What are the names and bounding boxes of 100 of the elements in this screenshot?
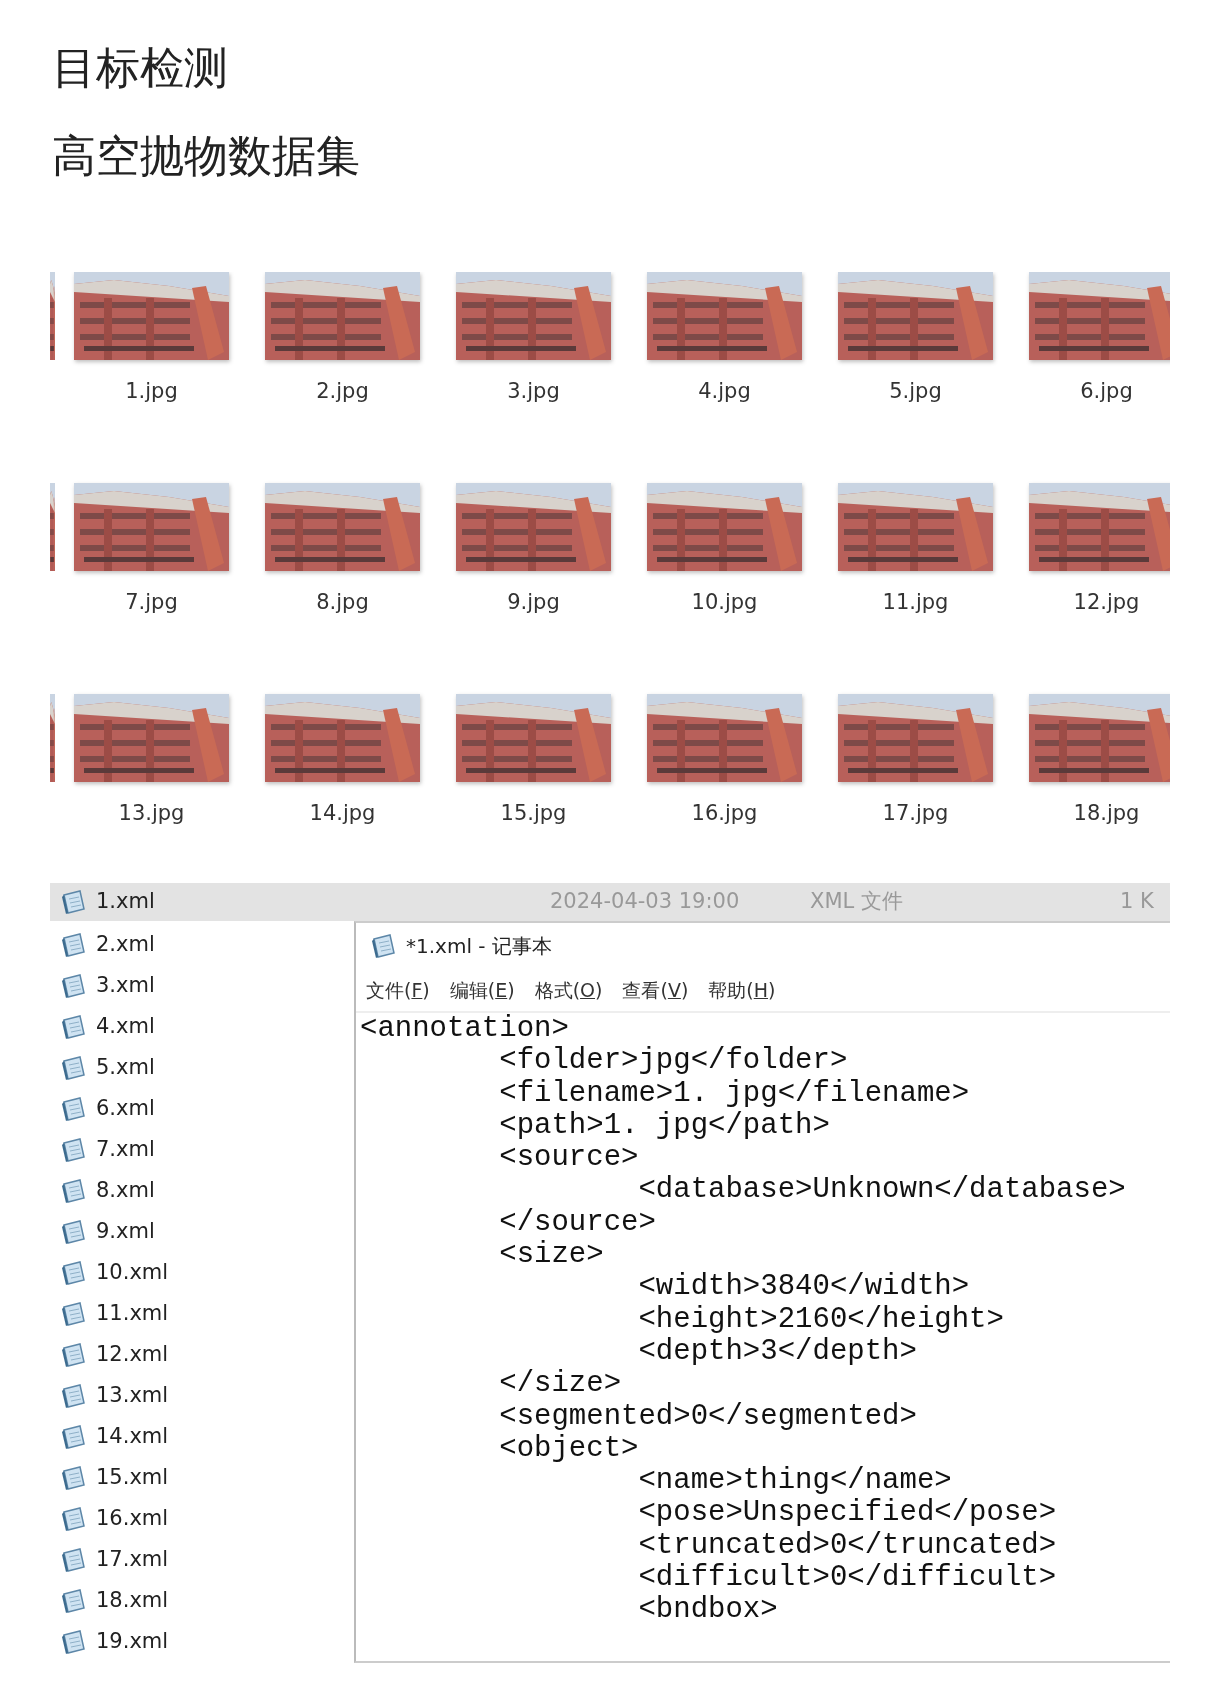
file-row[interactable]: 18.xml [50,1580,354,1621]
file-name: 8.xml [96,1176,155,1204]
file-name: 16.jpg [690,800,759,827]
file-name: 5.jpg [888,378,943,405]
code-line: <filename>1. jpg</filename> [498,1077,971,1110]
file-row[interactable]: 15.xml [50,1457,354,1498]
file-name: 18.jpg [1072,800,1141,827]
file-name: 17.xml [96,1545,169,1573]
file-icon [60,1464,88,1491]
file-name: 10.xml [96,1258,169,1286]
file-name: 1.xml [96,888,155,916]
code-line: <annotation> [360,1013,570,1046]
file-icon [60,1300,88,1327]
file-row[interactable]: 9.xml [50,1211,354,1252]
file-icon [60,1546,88,1573]
file-row[interactable]: 1.xml 2024-04-03 19:00 XML 文件 1 K [50,883,1170,921]
file-name: 5.xml [96,1053,155,1081]
menu-item[interactable]: 编辑(E) [449,975,515,1005]
code-line: <bndbox> [637,1594,779,1627]
file-name: 3.jpg [506,378,561,405]
file-name: 8.jpg [315,589,370,616]
dataset-title: 高空抛物数据集 [52,129,361,183]
file-row[interactable]: 10.xml [50,1252,354,1293]
code-line: <segmented>0</segmented> [498,1400,918,1433]
file-icon [60,1095,88,1122]
file-icon [60,1423,88,1450]
code-line: <difficult>0</difficult> [637,1562,1058,1595]
file-icon [60,1054,88,1081]
file-row[interactable]: 8.xml [50,1170,354,1211]
code-line: <width>3840</width> [637,1271,971,1304]
file-icon [60,1013,88,1040]
file-icon [60,1218,88,1245]
file-row[interactable]: 17.xml [50,1539,354,1580]
file-name: 15.jpg [499,800,568,827]
file-name: 19.xml [96,1627,169,1655]
file-name: 14.jpg [308,800,377,827]
menu-item[interactable]: 查看(V) [622,975,689,1005]
file-icon [60,889,88,915]
file-icon [60,1382,88,1409]
menu-item[interactable]: 格式(O) [534,975,603,1005]
code-line: <path>1. jpg</path> [498,1109,831,1143]
file-name: 6.xml [96,1094,155,1122]
code-line: <source> [498,1142,640,1175]
file-name: 11.jpg [881,589,950,616]
file-icon [60,1259,88,1286]
file-name: 4.jpg [697,378,752,405]
file-row[interactable]: 11.xml [50,1293,354,1334]
file-icon [60,1628,88,1655]
file-type: XML 文件 [810,888,904,916]
file-name: 6.jpg [1079,378,1134,405]
file-name: 2.jpg [315,378,370,405]
code-line: </source> [498,1206,657,1240]
menu-item[interactable]: 文件(F) [366,975,430,1005]
file-name: 3.xml [96,971,155,999]
file-name: 2.xml [96,930,155,958]
file-name: 13.jpg [117,800,186,827]
code-line: <name>thing</name> [637,1465,953,1498]
menu-item[interactable]: 帮助(H) [708,975,776,1005]
file-icon [60,1341,88,1368]
file-row[interactable]: 13.xml [50,1375,354,1416]
window-title: *1.xml - 记事本 [406,933,552,960]
file-row[interactable]: 14.xml [50,1416,354,1457]
file-name: 14.xml [96,1422,169,1450]
file-name: 4.xml [96,1012,155,1040]
file-row[interactable]: 3.xml [50,965,354,1006]
file-row[interactable]: 4.xml [50,1006,354,1047]
file-name: 10.jpg [690,589,759,616]
file-name: 17.jpg [881,800,950,827]
code-line: <pose>Unspecified</pose> [637,1497,1058,1530]
file-name: 9.jpg [506,589,561,616]
code-line: <depth>3</depth> [637,1335,918,1369]
file-icon [60,1587,88,1614]
code-line: </size> [498,1368,623,1401]
file-row[interactable]: 5.xml [50,1047,354,1088]
code-line: <size> [498,1239,605,1272]
file-name: 12.xml [96,1340,169,1368]
file-size: 1 K [1120,888,1154,916]
code-line: <height>2160</height> [637,1303,1005,1336]
file-row[interactable]: 19.xml [50,1621,354,1662]
file-name: 18.xml [96,1586,169,1614]
file-row[interactable]: 2.xml [50,924,354,965]
file-row[interactable]: 6.xml [50,1088,354,1129]
file-name: 16.xml [96,1504,169,1532]
code-line: <database>Unknown</database> [637,1174,1127,1207]
code-line: <object> [498,1432,640,1466]
file-icon [60,1177,88,1204]
page-title: 目标检测 [52,41,229,95]
file-name: 15.xml [96,1463,169,1491]
file-name: 11.xml [96,1299,169,1327]
file-icon [60,972,88,999]
file-row[interactable]: 7.xml [50,1129,354,1170]
notepad-icon [370,933,398,959]
modified-date: 2024-04-03 19:00 [550,888,741,916]
file-icon [60,931,88,958]
file-row[interactable]: 16.xml [50,1498,354,1539]
file-row[interactable]: 12.xml [50,1334,354,1375]
file-icon [60,1505,88,1532]
file-name: 12.jpg [1072,589,1141,616]
code-line: <folder>jpg</folder> [498,1045,849,1078]
file-name: 7.xml [96,1135,155,1163]
